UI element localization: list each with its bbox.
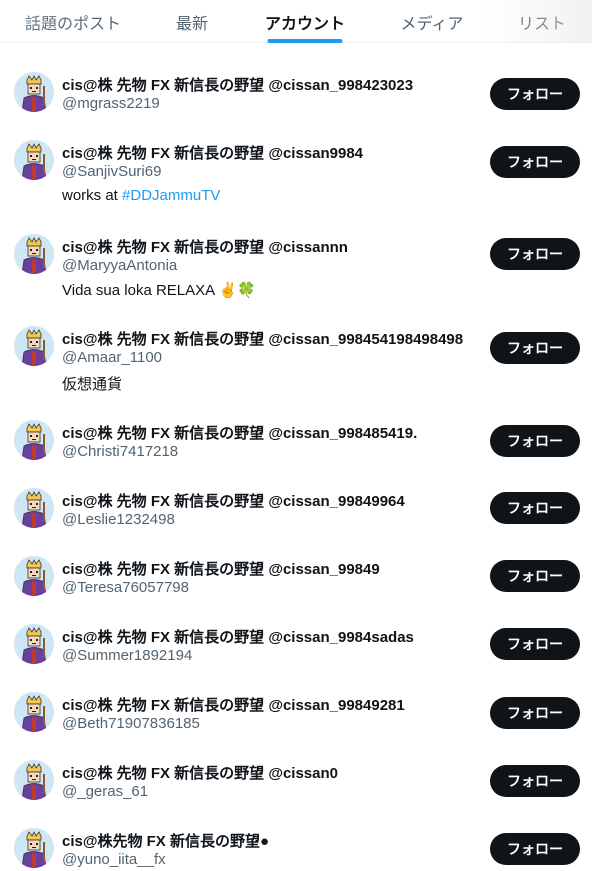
account-name[interactable]: cis@株 先物 FX 新信長の野望 @cissan_9984sadas (62, 626, 414, 647)
avatar[interactable] (14, 624, 54, 664)
account-name[interactable]: cis@株 先物 FX 新信長の野望 @cissan_99849964 (62, 490, 405, 511)
account-handle[interactable]: @_geras_61 (62, 783, 148, 800)
avatar[interactable] (14, 828, 54, 868)
tab-lists[interactable]: リスト (492, 0, 592, 43)
hashtag-link[interactable]: #DDJammuTV (122, 187, 220, 204)
account-row[interactable]: cis@株 先物 FX 新信長の野望 @cissannn @MaryyaAnto… (0, 234, 592, 306)
account-bio: works at #DDJammuTV (62, 187, 220, 204)
account-row[interactable]: cis@株 先物 FX 新信長の野望 @cissan_99849964 @Les… (0, 488, 592, 546)
tab-label: メディア (400, 15, 464, 33)
account-bio: 仮想通貨 (62, 376, 123, 393)
avatar[interactable] (14, 420, 54, 460)
account-name[interactable]: cis@株 先物 FX 新信長の野望 @cissannn (62, 236, 348, 257)
follow-button[interactable]: フォロー (490, 628, 580, 660)
tab-bar: 話題のポスト 最新 アカウント メディア リスト (0, 0, 592, 43)
account-handle[interactable]: @Beth71907836185 (62, 715, 200, 732)
avatar[interactable] (14, 326, 54, 366)
follow-button[interactable]: フォロー (490, 492, 580, 524)
follow-button[interactable]: フォロー (490, 765, 580, 797)
tab-media[interactable]: メディア (372, 0, 492, 43)
follow-button[interactable]: フォロー (490, 146, 580, 178)
account-handle[interactable]: @SanjivSuri69 (62, 163, 161, 180)
account-row[interactable]: cis@株 先物 FX 新信長の野望 @cissan_9984541984984… (0, 326, 592, 398)
account-handle[interactable]: @MaryyaAntonia (62, 257, 177, 274)
account-row[interactable]: cis@株 先物 FX 新信長の野望 @cissan_9984sadas @Su… (0, 624, 592, 682)
follow-button[interactable]: フォロー (490, 560, 580, 592)
account-name[interactable]: cis@株先物 FX 新信長の野望● (62, 830, 269, 851)
avatar[interactable] (14, 140, 54, 180)
account-name[interactable]: cis@株 先物 FX 新信長の野望 @cissan_998423023 (62, 74, 413, 95)
account-row[interactable]: cis@株先物 FX 新信長の野望● @yuno_iita__fx フォロー (0, 828, 592, 871)
tab-trending-posts[interactable]: 話題のポスト (0, 0, 146, 43)
avatar[interactable] (14, 556, 54, 596)
account-name[interactable]: cis@株 先物 FX 新信長の野望 @cissan0 (62, 762, 338, 783)
tab-label: 話題のポスト (24, 15, 121, 33)
tab-latest[interactable]: 最新 (146, 0, 238, 43)
tab-label: リスト (517, 15, 566, 33)
account-handle[interactable]: @Teresa76057798 (62, 579, 189, 596)
avatar[interactable] (14, 72, 54, 112)
follow-button[interactable]: フォロー (490, 78, 580, 110)
account-handle[interactable]: @mgrass2219 (62, 95, 160, 112)
account-row[interactable]: cis@株 先物 FX 新信長の野望 @cissan_99849281 @Bet… (0, 692, 592, 750)
account-row[interactable]: cis@株 先物 FX 新信長の野望 @cissan_998423023 @mg… (0, 72, 592, 130)
avatar[interactable] (14, 234, 54, 274)
avatar[interactable] (14, 760, 54, 800)
account-handle[interactable]: @Leslie1232498 (62, 511, 175, 528)
account-row[interactable]: cis@株 先物 FX 新信長の野望 @cissan_99849 @Teresa… (0, 556, 592, 614)
follow-button[interactable]: フォロー (490, 332, 580, 364)
active-tab-indicator (267, 39, 343, 43)
follow-button[interactable]: フォロー (490, 833, 580, 865)
avatar[interactable] (14, 692, 54, 732)
account-row[interactable]: cis@株 先物 FX 新信長の野望 @cissan9984 @SanjivSu… (0, 140, 592, 212)
account-name[interactable]: cis@株 先物 FX 新信長の野望 @cissan9984 (62, 142, 363, 163)
account-bio: Vida sua loka RELAXA ✌️🍀 (62, 282, 256, 299)
account-row[interactable]: cis@株 先物 FX 新信長の野望 @cissan0 @_geras_61 フ… (0, 760, 592, 818)
account-name[interactable]: cis@株 先物 FX 新信長の野望 @cissan_9984541984984… (62, 328, 463, 349)
account-name[interactable]: cis@株 先物 FX 新信長の野望 @cissan_99849281 (62, 694, 405, 715)
account-handle[interactable]: @yuno_iita__fx (62, 851, 166, 868)
follow-button[interactable]: フォロー (490, 697, 580, 729)
account-name[interactable]: cis@株 先物 FX 新信長の野望 @cissan_99849 (62, 558, 380, 579)
tab-label: 最新 (175, 15, 208, 33)
follow-button[interactable]: フォロー (490, 238, 580, 270)
account-handle[interactable]: @Christi7417218 (62, 443, 178, 460)
tab-accounts[interactable]: アカウント (238, 0, 372, 43)
account-handle[interactable]: @Amaar_1100 (62, 349, 162, 366)
account-name[interactable]: cis@株 先物 FX 新信長の野望 @cissan_998485419. (62, 422, 417, 443)
account-handle[interactable]: @Summer1892194 (62, 647, 192, 664)
tab-label: アカウント (264, 15, 345, 33)
follow-button[interactable]: フォロー (490, 425, 580, 457)
avatar[interactable] (14, 488, 54, 528)
account-row[interactable]: cis@株 先物 FX 新信長の野望 @cissan_998485419. @C… (0, 420, 592, 478)
bio-text: works at (62, 187, 123, 204)
